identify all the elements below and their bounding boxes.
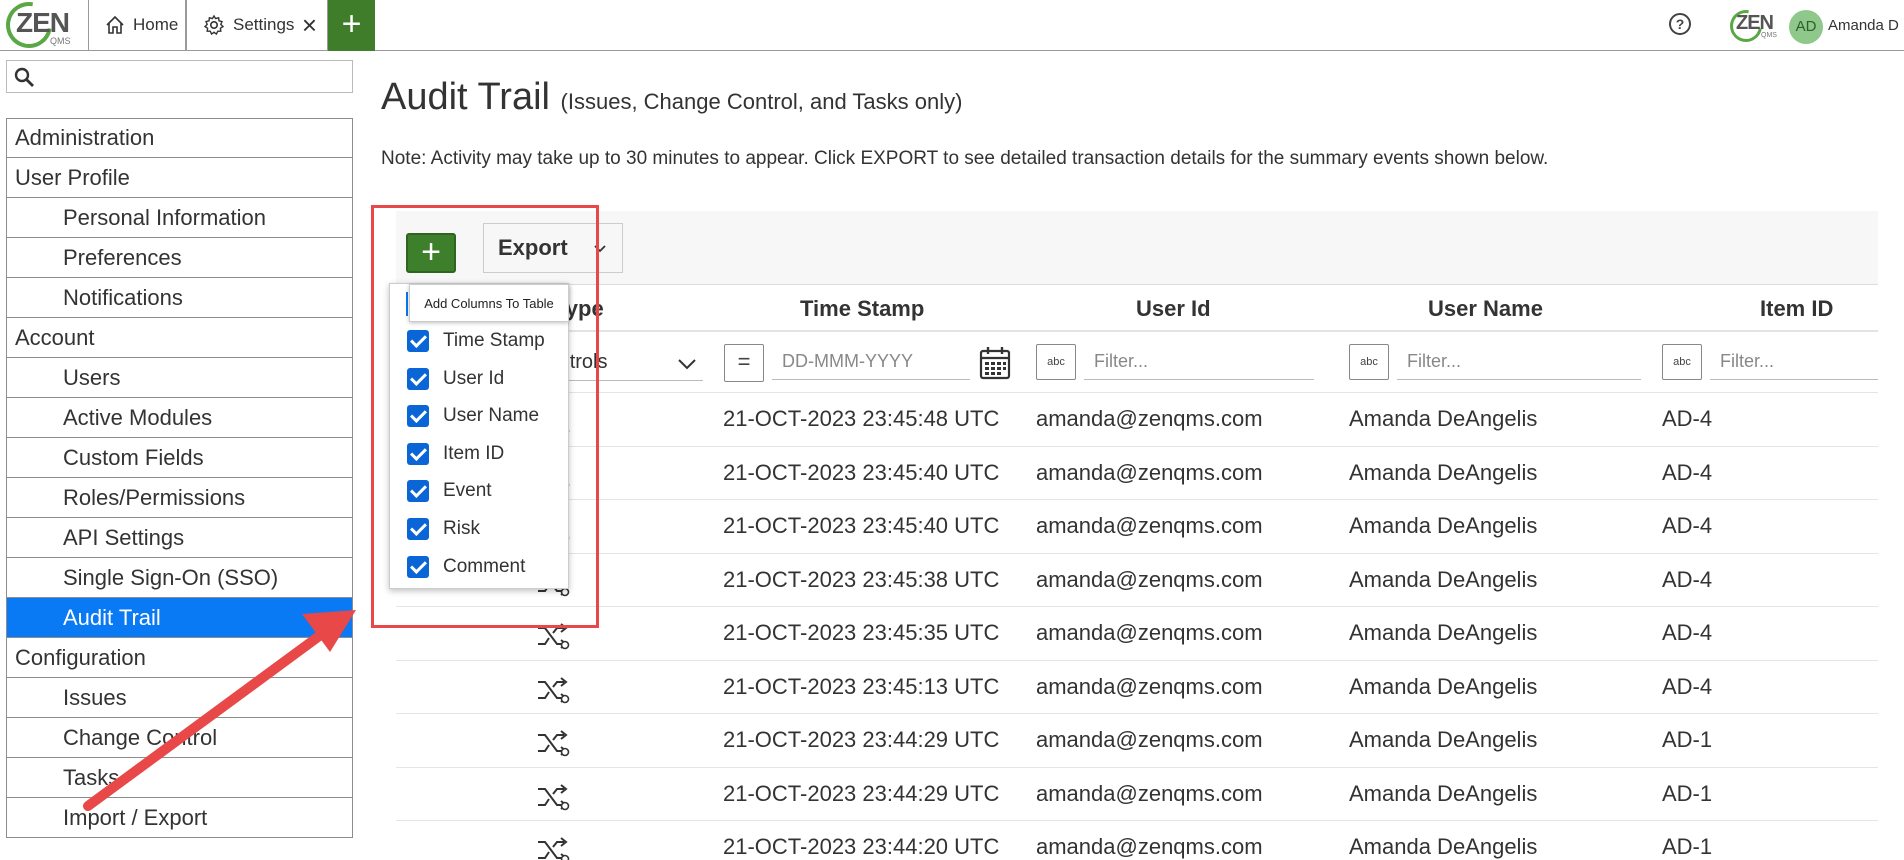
annotation-arrow [83, 610, 356, 811]
